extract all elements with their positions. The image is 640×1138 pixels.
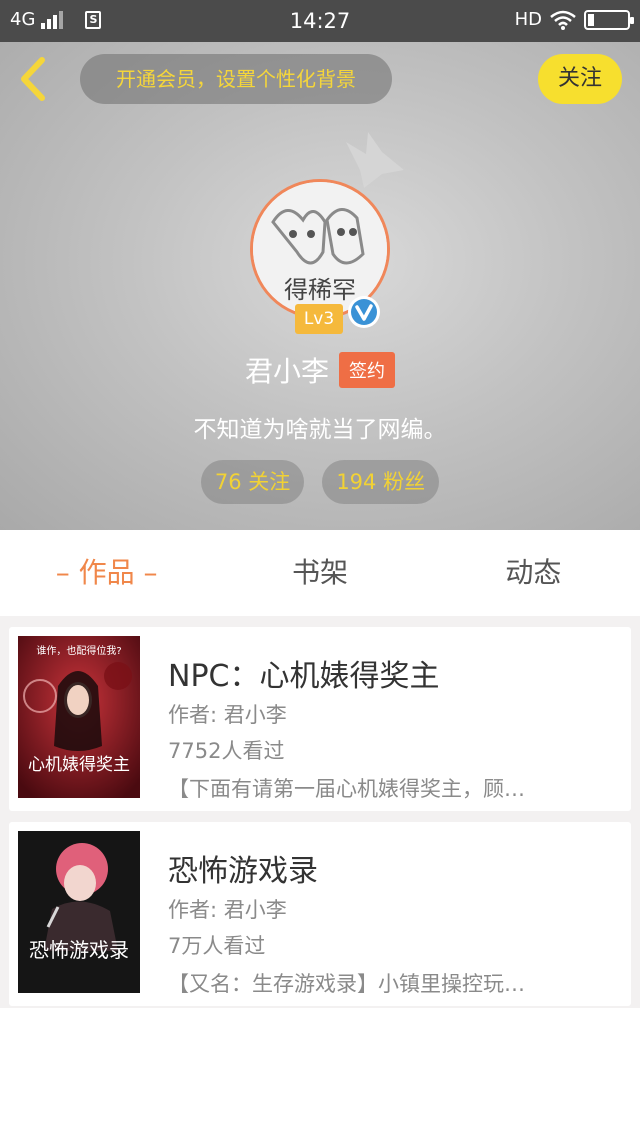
status-bar: 4G S 14:27 HD: [0, 0, 640, 42]
followers-count[interactable]: 194 粉丝: [322, 460, 440, 504]
bio: 不知道为啥就当了网编。: [193, 417, 447, 443]
book-description: 【又名：生存游戏录】小镇里操控玩…: [168, 972, 525, 996]
tab-bar: – 作品 – 书架 动态: [0, 530, 640, 616]
book-views: 7752人看过: [168, 739, 285, 763]
crown-icon: [346, 132, 404, 188]
signed-badge: 签约: [339, 352, 395, 388]
username: 君小李: [244, 355, 329, 388]
battery-icon: [584, 9, 634, 30]
following-count[interactable]: 76 关注: [200, 460, 305, 504]
stats: 76 关注 194 粉丝: [0, 460, 640, 504]
back-icon[interactable]: [14, 56, 54, 102]
tab-activity[interactable]: 动态: [427, 530, 640, 616]
book-title: NPC：心机婊得奖主: [168, 659, 440, 694]
book-cover: 谁作，也配得位我? 心机婊得奖主: [18, 636, 140, 798]
book-author: 作者: 君小李: [168, 898, 287, 922]
wifi-icon: [550, 10, 576, 30]
follow-button[interactable]: 关注: [538, 54, 622, 104]
book-views: 7万人看过: [168, 934, 266, 958]
book-cover: 恐怖游戏录: [18, 831, 140, 993]
cover-title-text: 恐怖游戏录: [29, 938, 129, 962]
book-cover-image: 谁作，也配得位我? 心机婊得奖主: [18, 636, 140, 798]
cover-title-text: 心机婊得奖主: [28, 755, 130, 775]
book-description: 【下面有请第一届心机婊得奖主，顾…: [168, 777, 525, 801]
book-list: 谁作，也配得位我? 心机婊得奖主 NPC：心机婊得奖主 作者: 君小李 7752…: [0, 616, 640, 1008]
list-item[interactable]: 谁作，也配得位我? 心机婊得奖主 NPC：心机婊得奖主 作者: 君小李 7752…: [9, 627, 631, 811]
level-badge: Lv3: [295, 304, 343, 334]
tab-works[interactable]: – 作品 –: [0, 530, 213, 616]
verified-icon: [348, 296, 380, 328]
cover-top-text: 谁作，也配得位我?: [36, 644, 121, 657]
book-title: 恐怖游戏录: [168, 854, 318, 889]
book-author: 作者: 君小李: [168, 703, 287, 727]
list-item[interactable]: 恐怖游戏录 恐怖游戏录 作者: 君小李 7万人看过 【又名：生存游戏录】小镇里操…: [9, 822, 631, 1006]
profile-header: 开通会员，设置个性化背景 关注 得稀罕 Lv3 君小李 签约 不知道为啥就当了网…: [0, 42, 640, 530]
username-row: 君小李 签约: [0, 350, 640, 390]
status-right: HD: [514, 9, 634, 30]
book-cover-image: 恐怖游戏录: [18, 831, 140, 993]
hd-label: HD: [514, 9, 542, 30]
tab-bookshelf[interactable]: 书架: [213, 530, 426, 616]
vip-banner[interactable]: 开通会员，设置个性化背景: [80, 54, 392, 104]
